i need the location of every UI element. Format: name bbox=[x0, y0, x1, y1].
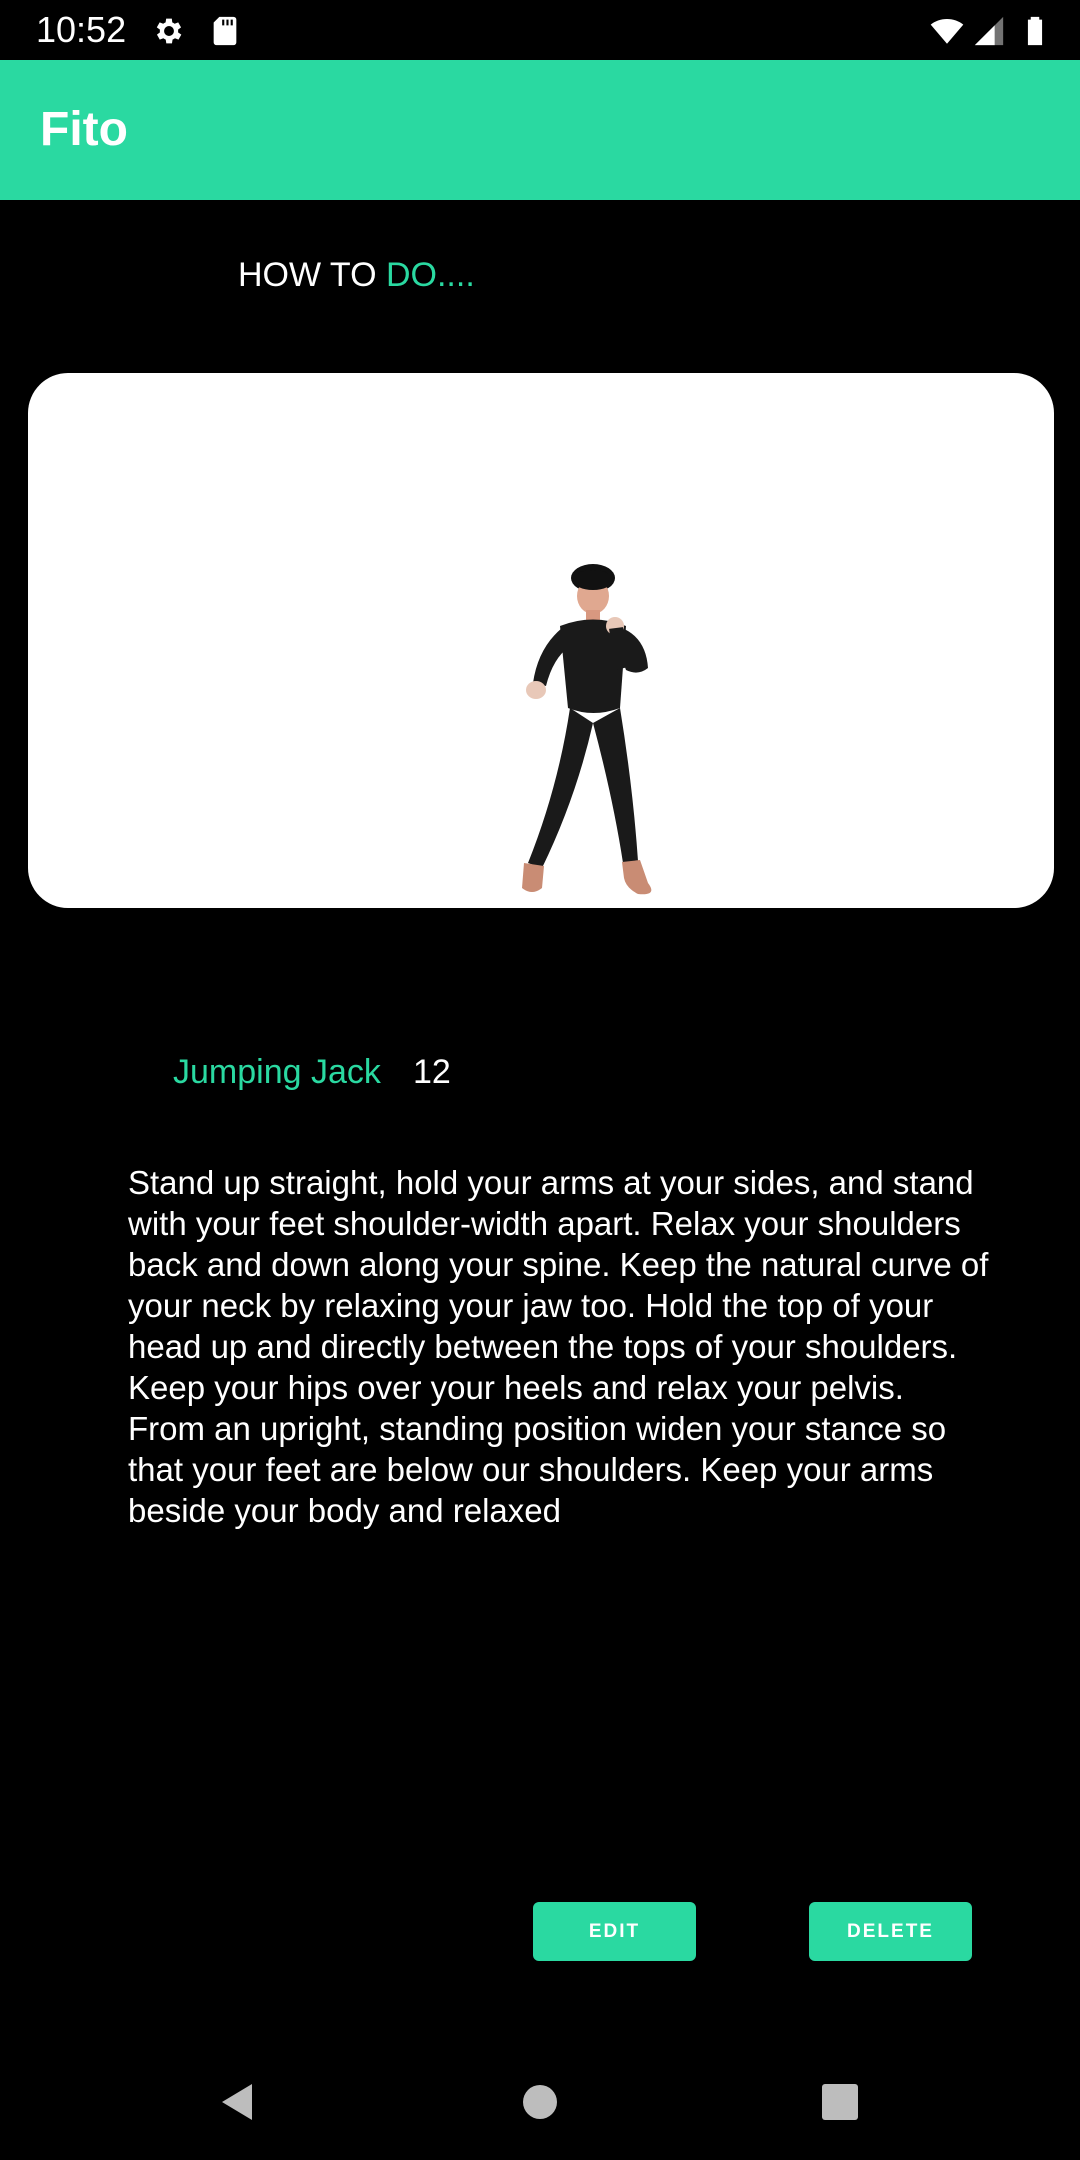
settings-icon bbox=[152, 14, 186, 48]
app-title: Fito bbox=[40, 103, 128, 156]
exercise-count: 12 bbox=[413, 1053, 451, 1091]
screen: 10:52 Fito HOW TO DO.... Jumping Jack 12… bbox=[0, 0, 1080, 2160]
description-paragraph: Stand up straight, hold your arms at you… bbox=[128, 1164, 989, 1406]
nav-bar bbox=[0, 2040, 1080, 2160]
exercise-name: Jumping Jack bbox=[173, 1053, 381, 1091]
sd-card-icon bbox=[208, 14, 242, 48]
status-bar: 10:52 bbox=[0, 0, 1080, 60]
exercise-image-card bbox=[28, 373, 1054, 908]
wifi-icon bbox=[930, 14, 964, 48]
delete-button[interactable]: DELETE bbox=[809, 1902, 972, 1961]
edit-button[interactable]: EDIT bbox=[533, 1902, 696, 1961]
how-to-highlight: DO.... bbox=[385, 256, 475, 294]
recents-icon[interactable] bbox=[818, 2080, 862, 2124]
app-bar: Fito bbox=[0, 60, 1080, 200]
home-icon[interactable] bbox=[518, 2080, 562, 2124]
description-paragraph: From an upright, standing position widen… bbox=[128, 1410, 947, 1529]
how-to-label: HOW TO bbox=[238, 256, 386, 294]
status-time: 10:52 bbox=[36, 9, 127, 50]
battery-icon bbox=[1018, 14, 1052, 48]
back-icon[interactable] bbox=[216, 2080, 260, 2124]
cell-signal-icon bbox=[972, 14, 1006, 48]
how-to-heading: HOW TO DO.... bbox=[238, 254, 475, 296]
exercise-description: Stand up straight, hold your arms at you… bbox=[128, 1162, 1008, 1531]
exercise-demo-figure bbox=[498, 558, 668, 903]
